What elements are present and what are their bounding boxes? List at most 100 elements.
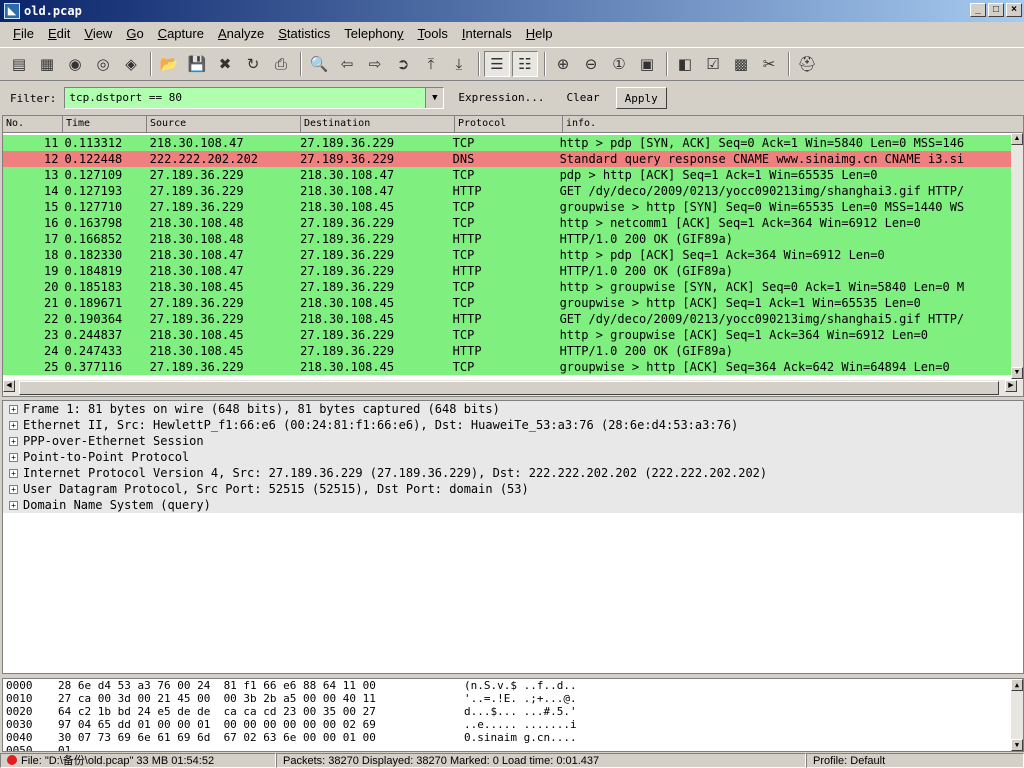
expand-icon[interactable]: + <box>9 484 18 494</box>
forward-icon[interactable]: ⇨ <box>362 51 388 77</box>
goto-icon[interactable]: ➲ <box>390 51 416 77</box>
packet-row[interactable]: 20 0.185183 218.30.108.45 27.189.36.229 TCP h… <box>3 279 1013 295</box>
detail-tree-item[interactable]: + Domain Name System (query) <box>3 497 1023 513</box>
expand-icon[interactable]: + <box>9 468 18 478</box>
menu-statistics[interactable]: Statistics <box>271 23 337 45</box>
packet-row[interactable]: 23 0.244837 218.30.108.45 27.189.36.229 TCP h… <box>3 327 1013 343</box>
interfaces-icon[interactable]: ▤ <box>6 51 32 77</box>
packet-row[interactable]: 16 0.163798 218.30.108.48 27.189.36.229 TCP h… <box>3 215 1013 231</box>
packet-row[interactable]: 13 0.127109 27.189.36.229 218.30.108.47 TCP p… <box>3 167 1013 183</box>
expand-icon[interactable]: + <box>9 404 18 414</box>
column-header-no[interactable]: No. <box>3 116 63 133</box>
colorize-icon[interactable]: ☰ <box>484 51 510 77</box>
maximize-button[interactable]: □ <box>988 3 1004 17</box>
hex-line[interactable]: 0010 27 ca 00 3d 00 21 45 00 00 3b 2b a5 … <box>3 692 1023 705</box>
menu-analyze[interactable]: Analyze <box>211 23 271 45</box>
filter-dropdown-button[interactable]: ▼ <box>425 88 444 108</box>
close-window-button[interactable]: × <box>1006 3 1022 17</box>
expand-icon[interactable]: + <box>9 436 18 446</box>
hscroll-thumb[interactable] <box>19 381 999 395</box>
expand-icon[interactable]: + <box>9 500 18 510</box>
column-header-time[interactable]: Time <box>63 116 147 133</box>
scroll-right-arrow-icon[interactable]: ▶ <box>1005 380 1017 392</box>
preferences-icon[interactable]: ✂ <box>756 51 782 77</box>
packet-row[interactable]: 12 0.122448 222.222.202.202 27.189.36.229 DN… <box>3 151 1013 167</box>
hex-line[interactable]: 0020 64 c2 1b bd 24 e5 de de ca ca cd 23 … <box>3 705 1023 718</box>
hex-line[interactable]: 0030 97 04 65 dd 01 00 00 01 00 00 00 00 … <box>3 718 1023 731</box>
normal-size-icon[interactable]: ① <box>606 51 632 77</box>
scroll-up-arrow-icon[interactable]: ▲ <box>1011 133 1023 145</box>
scroll-left-arrow-icon[interactable]: ◀ <box>3 380 15 392</box>
detail-tree-item[interactable]: + Frame 1: 81 bytes on wire (648 bits), 8… <box>3 401 1023 417</box>
status-profile[interactable]: Profile: Default <box>806 753 1024 768</box>
display-filters-icon[interactable]: ☑ <box>700 51 726 77</box>
column-header-destination[interactable]: Destination <box>301 116 455 133</box>
find-icon[interactable]: 🔍 <box>306 51 332 77</box>
expand-icon[interactable]: + <box>9 420 18 430</box>
resize-columns-icon[interactable]: ▣ <box>634 51 660 77</box>
packet-row[interactable]: 19 0.184819 218.30.108.47 27.189.36.229 HTTP… <box>3 263 1013 279</box>
packet-row[interactable]: 17 0.166852 218.30.108.48 27.189.36.229 HTTP… <box>3 231 1013 247</box>
print-icon[interactable]: ⎙ <box>268 51 294 77</box>
hex-line[interactable]: 0000 28 6e d4 53 a3 76 00 24 81 f1 66 e6 … <box>3 679 1023 692</box>
detail-tree-item[interactable]: + Internet Protocol Version 4, Src: 27.18… <box>3 465 1023 481</box>
back-icon[interactable]: ⇦ <box>334 51 360 77</box>
packet-row[interactable]: 14 0.127193 27.189.36.229 218.30.108.47 HTTP… <box>3 183 1013 199</box>
open-icon[interactable]: 📂 <box>156 51 182 77</box>
reload-icon[interactable]: ↻ <box>240 51 266 77</box>
zoom-in-icon[interactable]: ⊕ <box>550 51 576 77</box>
menu-view[interactable]: View <box>77 23 119 45</box>
zoom-out-icon[interactable]: ⊖ <box>578 51 604 77</box>
menu-telephony[interactable]: Telephony <box>337 23 410 45</box>
menu-file[interactable]: File <box>6 23 41 45</box>
expand-icon[interactable]: + <box>9 452 18 462</box>
coloring-rules-icon[interactable]: ▩ <box>728 51 754 77</box>
menu-go[interactable]: Go <box>119 23 150 45</box>
column-header-info[interactable]: info. <box>563 116 1023 133</box>
packet-row[interactable]: 11 0.113312 218.30.108.47 27.189.36.229 TCP h… <box>3 135 1013 151</box>
packet-row[interactable]: 18 0.182330 218.30.108.47 27.189.36.229 TCP h… <box>3 247 1013 263</box>
clear-filter-button[interactable]: Clear <box>558 87 607 109</box>
wireshark-app-icon[interactable]: ◣ <box>4 3 20 19</box>
bytes-vscroll[interactable]: ▲ ▼ <box>1011 679 1023 751</box>
packet-row[interactable]: 15 0.127710 27.189.36.229 218.30.108.45 TCP g… <box>3 199 1013 215</box>
packet-list-hscroll[interactable]: ◀ ▶ <box>3 380 1023 396</box>
column-header-protocol[interactable]: Protocol <box>455 116 563 133</box>
detail-tree-item[interactable]: + User Datagram Protocol, Src Port: 52515… <box>3 481 1023 497</box>
bytes-scroll-down-icon[interactable]: ▼ <box>1011 739 1023 751</box>
options-icon[interactable]: ▦ <box>34 51 60 77</box>
display-filter-input[interactable]: tcp.dstport == 80 ▼ <box>64 87 445 109</box>
expert-info-icon[interactable] <box>7 755 17 765</box>
minimize-button[interactable]: _ <box>970 3 986 17</box>
close-icon[interactable]: ✖ <box>212 51 238 77</box>
restart-capture-icon[interactable]: ◈ <box>118 51 144 77</box>
expression-button[interactable]: Expression... <box>450 87 552 109</box>
packet-row[interactable]: 22 0.190364 27.189.36.229 218.30.108.45 HTTP… <box>3 311 1013 327</box>
last-packet-icon[interactable]: ⤓ <box>446 51 472 77</box>
packet-row[interactable]: 24 0.247433 218.30.108.45 27.189.36.229 HTTP… <box>3 343 1013 359</box>
apply-filter-button[interactable]: Apply <box>615 87 667 109</box>
menu-edit[interactable]: Edit <box>41 23 77 45</box>
column-header-source[interactable]: Source <box>147 116 301 133</box>
detail-tree-item[interactable]: + Point-to-Point Protocol <box>3 449 1023 465</box>
capture-filters-icon[interactable]: ◧ <box>672 51 698 77</box>
stop-capture-icon[interactable]: ◎ <box>90 51 116 77</box>
packet-list-vscroll[interactable]: ▲ ▼ <box>1011 133 1023 379</box>
help-icon[interactable]: ⛑ <box>794 51 820 77</box>
packet-row[interactable]: 25 0.377116 27.189.36.229 218.30.108.45 TCP g… <box>3 359 1013 375</box>
save-icon[interactable]: 💾 <box>184 51 210 77</box>
menu-internals[interactable]: Internals <box>455 23 519 45</box>
detail-tree-item[interactable]: + PPP-over-Ethernet Session <box>3 433 1023 449</box>
menu-tools[interactable]: Tools <box>411 23 455 45</box>
start-capture-icon[interactable]: ◉ <box>62 51 88 77</box>
detail-tree-item[interactable]: + Ethernet II, Src: HewlettP_f1:66:e6 (00… <box>3 417 1023 433</box>
hex-line[interactable]: 0040 30 07 73 69 6e 61 69 6d 67 02 63 6e … <box>3 731 1023 744</box>
menu-capture[interactable]: Capture <box>151 23 211 45</box>
menu-help[interactable]: Help <box>519 23 560 45</box>
scroll-down-arrow-icon[interactable]: ▼ <box>1011 367 1023 379</box>
autoscroll-icon[interactable]: ☷ <box>512 51 538 77</box>
bytes-scroll-up-icon[interactable]: ▲ <box>1011 679 1023 691</box>
hex-line[interactable]: 0050 01 <box>3 744 1023 751</box>
first-packet-icon[interactable]: ⤒ <box>418 51 444 77</box>
packet-row[interactable]: 21 0.189671 27.189.36.229 218.30.108.45 TCP g… <box>3 295 1013 311</box>
